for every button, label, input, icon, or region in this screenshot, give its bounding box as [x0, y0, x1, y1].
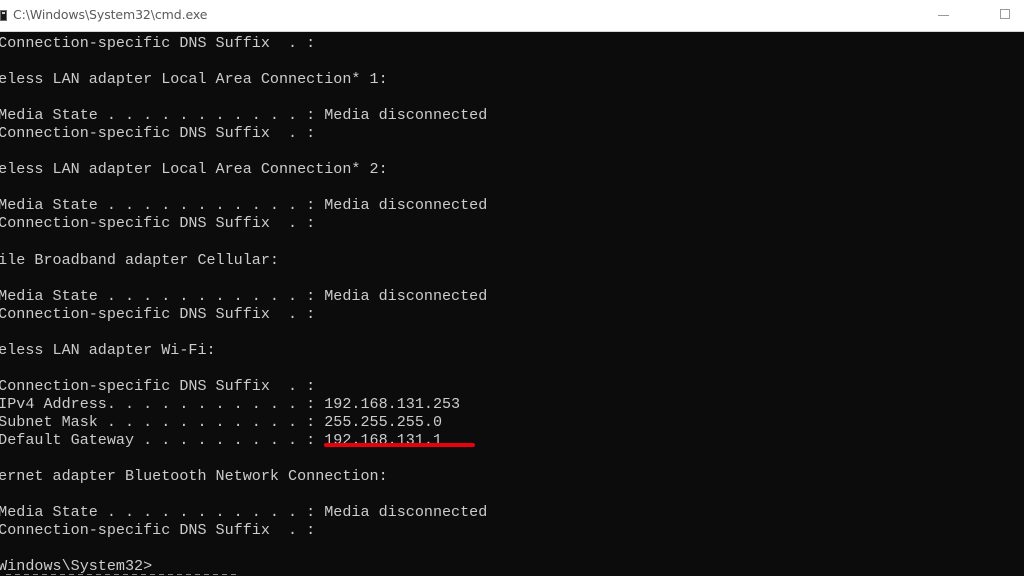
- adapter-header: Wireless LAN adapter Local Area Connecti…: [0, 70, 388, 89]
- ip-address-highlight-underline: [324, 443, 475, 447]
- console-line: Media State . . . . . . . . . . . : Medi…: [0, 286, 488, 305]
- console-line: Subnet Mask . . . . . . . . . . . : 255.…: [0, 412, 443, 431]
- console-line: Connection-specific DNS Suffix . :: [0, 521, 316, 540]
- console-line: Media State . . . . . . . . . . . : Medi…: [0, 503, 488, 522]
- console-line: Connection-specific DNS Suffix . :: [0, 34, 316, 52]
- console-output[interactable]: Connection-specific DNS Suffix . : Wirel…: [0, 33, 1024, 576]
- console-line: Media State . . . . . . . . . . . : Medi…: [0, 196, 488, 215]
- window-title: C:\Windows\System32\cmd.exe: [13, 7, 208, 22]
- console-icon: [0, 10, 7, 21]
- clipped-next-line: [0, 572, 240, 576]
- console-line: IPv4 Address. . . . . . . . . . . : 192.…: [0, 394, 461, 413]
- console-line: Connection-specific DNS Suffix . :: [0, 124, 316, 143]
- console-line: Connection-specific DNS Suffix . :: [0, 214, 316, 233]
- console-line: Connection-specific DNS Suffix . :: [0, 304, 316, 323]
- adapter-header: Wireless LAN adapter Local Area Connecti…: [0, 160, 388, 179]
- adapter-header: Mobile Broadband adapter Cellular:: [0, 250, 279, 269]
- console-line: Media State . . . . . . . . . . . : Medi…: [0, 106, 488, 125]
- console-lines: Connection-specific DNS Suffix . : Wirel…: [0, 34, 487, 575]
- title-bar[interactable]: C:\Windows\System32\cmd.exe: [0, 0, 1024, 32]
- adapter-header: Ethernet adapter Bluetooth Network Conne…: [0, 467, 388, 486]
- minimize-button[interactable]: [920, 0, 966, 32]
- console-line: Connection-specific DNS Suffix . :: [0, 376, 316, 395]
- adapter-header: Wireless LAN adapter Wi-Fi:: [0, 340, 216, 359]
- maximize-button[interactable]: [980, 0, 1024, 32]
